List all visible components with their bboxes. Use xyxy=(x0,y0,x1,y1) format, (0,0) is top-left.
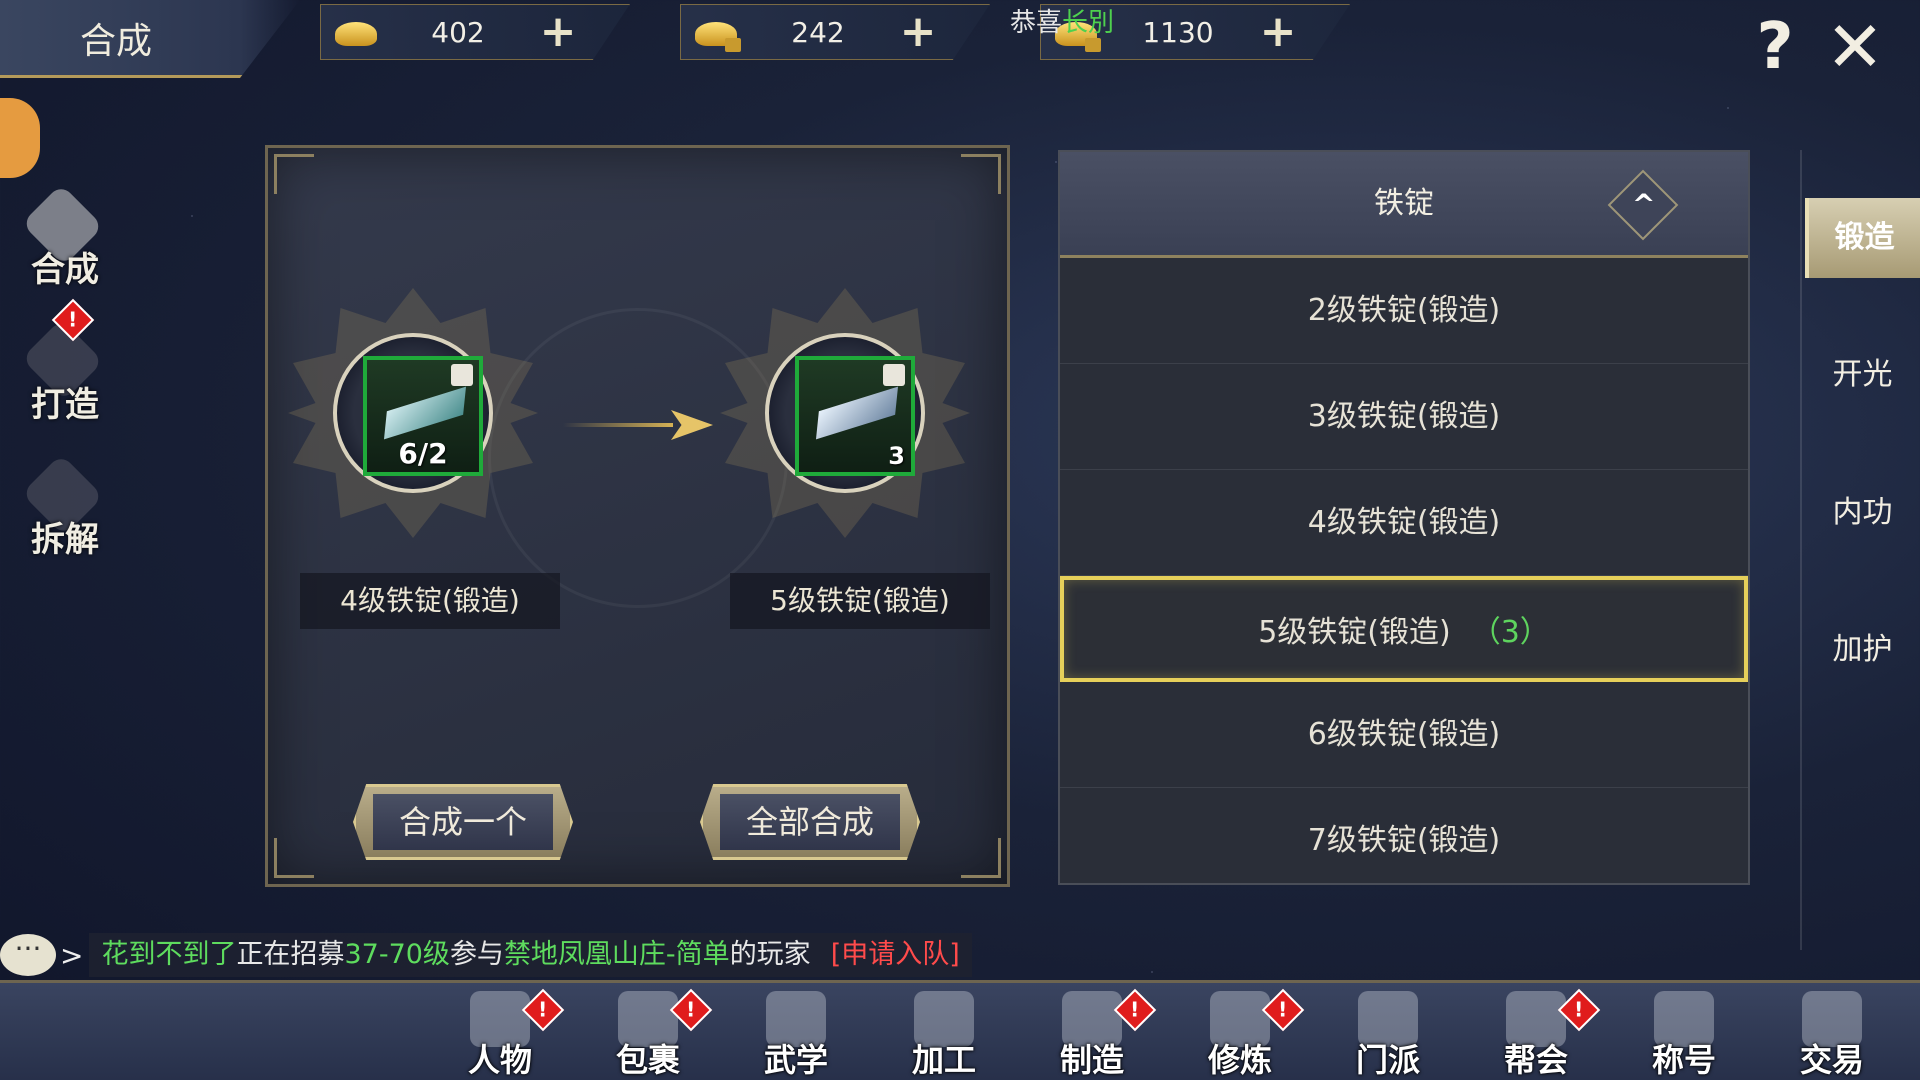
source-slot: 6/2 xyxy=(288,288,538,538)
chat-player[interactable]: 花到不到了 xyxy=(101,939,236,970)
help-button[interactable]: ? xyxy=(1745,12,1805,82)
lock-icon xyxy=(883,364,905,386)
target-count: 3 xyxy=(888,442,905,470)
menu-bag[interactable]: 包裹 ! xyxy=(588,983,713,1080)
locked-gold-ingot-icon xyxy=(687,12,743,52)
category-label: 铁锭 xyxy=(1374,186,1434,221)
menu-titles[interactable]: 称号 xyxy=(1624,983,1744,1080)
gold-ingot-icon xyxy=(327,12,383,52)
target-slot: 3 xyxy=(720,288,970,538)
menu-guild[interactable]: 帮会 ! xyxy=(1476,983,1601,1080)
menu-crafting[interactable]: 制造 ! xyxy=(1032,983,1157,1080)
currency-amount: 1130 xyxy=(1142,15,1214,49)
chat-bubble-icon[interactable] xyxy=(0,934,56,976)
congrats-prefix: 恭喜 xyxy=(1010,8,1063,38)
tab-consecrate[interactable]: 开光 xyxy=(1805,335,1920,415)
tab-protection[interactable]: 加护 xyxy=(1805,610,1920,690)
add-gold-button[interactable]: + xyxy=(533,10,583,54)
list-item[interactable]: 4级铁锭(锻造) xyxy=(1060,470,1748,576)
list-item[interactable]: 2级铁锭(锻造) xyxy=(1060,258,1748,364)
menu-character[interactable]: 人物 ! xyxy=(440,983,565,1080)
left-nav-synthesis[interactable]: 合成 xyxy=(10,183,120,310)
menu-processing[interactable]: 加工 xyxy=(884,983,1004,1080)
corner-ornament xyxy=(961,154,1001,194)
synthesize-one-button[interactable]: 合成一个 xyxy=(353,784,573,860)
tab-forging[interactable]: 锻造 xyxy=(1805,198,1920,278)
left-nav-label: 拆解 xyxy=(31,520,99,560)
currency-locked-gold: 242 + xyxy=(680,4,990,60)
add-silver-button[interactable]: + xyxy=(1253,10,1303,54)
menu-trade[interactable]: 交易 xyxy=(1772,983,1892,1080)
lock-icon xyxy=(451,364,473,386)
congrats-ticker: 恭喜长別 xyxy=(1010,2,1114,39)
target-item[interactable]: 3 xyxy=(795,356,915,476)
currency-amount: 242 xyxy=(791,15,845,49)
chevron-up-icon[interactable]: ^ xyxy=(1607,169,1679,241)
menu-sect[interactable]: 门派 xyxy=(1328,983,1448,1080)
congrats-player: 长別 xyxy=(1062,8,1115,38)
mascot-icon[interactable] xyxy=(0,98,40,178)
currency-amount: 402 xyxy=(431,15,485,49)
synthesize-all-button[interactable]: 全部合成 xyxy=(700,784,920,860)
apply-join-link[interactable]: [申请入队] xyxy=(831,939,960,970)
corner-ornament xyxy=(274,154,314,194)
target-item-name: 5级铁锭(锻造) xyxy=(730,573,990,629)
material-list-panel: 铁锭 ^ 2级铁锭(锻造) 3级铁锭(锻造) 4级铁锭(锻造) 5级铁锭(锻造)… xyxy=(1058,150,1750,885)
add-locked-gold-button[interactable]: + xyxy=(893,10,943,54)
left-nav-label: 合成 xyxy=(31,250,99,290)
corner-ornament xyxy=(961,838,1001,878)
chevron-right-icon[interactable]: > xyxy=(60,939,83,972)
chat-message[interactable]: 花到不到了正在招募37-70级参与禁地凤凰山庄-简单的玩家 [申请入队] xyxy=(89,933,972,977)
source-item-name: 4级铁锭(锻造) xyxy=(300,573,560,629)
source-count: 6/2 xyxy=(398,437,448,470)
iron-ingot-icon xyxy=(815,386,899,440)
list-item-selected[interactable]: 5级铁锭(锻造) （3） xyxy=(1060,576,1748,682)
corner-ornament xyxy=(274,838,314,878)
tab-inner-power[interactable]: 内功 xyxy=(1805,473,1920,553)
currency-gold: 402 + xyxy=(320,4,630,60)
tab-rail xyxy=(1800,150,1802,950)
menu-cultivation[interactable]: 修炼 ! xyxy=(1180,983,1305,1080)
left-nav-dismantle[interactable]: 拆解 xyxy=(10,453,120,580)
left-nav-forge[interactable]: 打造 ! xyxy=(10,298,120,445)
owned-quantity: （3） xyxy=(1470,615,1550,650)
close-button[interactable]: ✕ xyxy=(1820,12,1890,82)
list-item[interactable]: 6级铁锭(锻造) xyxy=(1060,682,1748,788)
bottom-menu-bar: 人物 ! 包裹 ! 武学 加工 制造 ! 修炼 ! 门派 帮会 ! 称号 交易 xyxy=(0,980,1920,1080)
list-item[interactable]: 7级铁锭(锻造) xyxy=(1060,788,1748,883)
chat-bar: > 花到不到了正在招募37-70级参与禁地凤凰山庄-简单的玩家[申请入队] xyxy=(0,930,972,980)
menu-martial-arts[interactable]: 武学 xyxy=(736,983,856,1080)
window-title: 合成 xyxy=(80,21,153,62)
arrow-right-icon xyxy=(563,410,713,440)
synthesis-panel: 6/2 4级铁锭(锻造) 3 5级铁锭(锻造) 合成一个 全部合成 xyxy=(265,145,1010,887)
list-item[interactable]: 3级铁锭(锻造) xyxy=(1060,364,1748,470)
category-dropdown[interactable]: 铁锭 ^ xyxy=(1060,152,1748,258)
source-item[interactable]: 6/2 xyxy=(363,356,483,476)
iron-ingot-icon xyxy=(383,386,467,440)
left-nav-label: 打造 xyxy=(31,385,99,425)
